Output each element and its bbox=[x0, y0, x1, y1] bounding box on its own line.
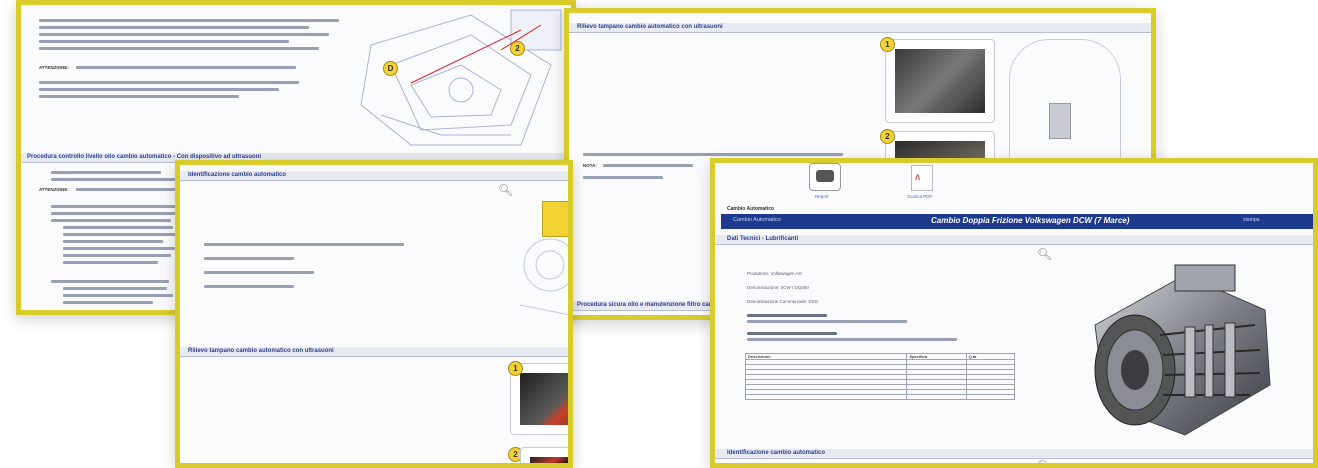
manual-page-identification: Identificazione cambio automatico 🔍︎ Ril… bbox=[175, 160, 573, 468]
text-line bbox=[747, 320, 907, 323]
section-title: Identificazione cambio automatico bbox=[727, 450, 826, 456]
text-line bbox=[39, 47, 319, 50]
text-line bbox=[63, 294, 173, 297]
text-line bbox=[51, 171, 161, 174]
text-line bbox=[39, 88, 279, 91]
text-line bbox=[39, 95, 239, 98]
text-line bbox=[51, 212, 176, 215]
text-line bbox=[63, 233, 178, 236]
text-line bbox=[51, 178, 191, 181]
spec-line: Produttore: Volkswagen AG bbox=[747, 271, 803, 276]
text-line bbox=[39, 33, 329, 36]
report-icon[interactable] bbox=[809, 163, 841, 191]
text-line bbox=[51, 219, 171, 222]
section-title: Rilievo tampano cambio automatico con ul… bbox=[577, 24, 723, 30]
title-banner: Cambio Automatico Cambio Doppia Frizione… bbox=[721, 214, 1313, 229]
gearbox-cutaway-image bbox=[1094, 264, 1271, 436]
zoom-icon[interactable]: 🔍︎ bbox=[1037, 247, 1052, 261]
text-line bbox=[583, 153, 843, 156]
text-line bbox=[63, 226, 173, 229]
table-cell bbox=[906, 394, 967, 400]
callout-badge: D bbox=[383, 61, 398, 76]
text-line bbox=[204, 271, 314, 274]
engine-photo bbox=[520, 373, 568, 425]
text-line bbox=[583, 176, 663, 179]
table-cell bbox=[744, 394, 908, 400]
text-line bbox=[63, 240, 163, 243]
gearbox-diagram bbox=[360, 9, 562, 146]
engine-photo bbox=[530, 457, 568, 463]
photo-frame[interactable] bbox=[885, 39, 995, 123]
text-line bbox=[51, 280, 169, 283]
table-row bbox=[744, 394, 1016, 400]
text-line bbox=[76, 188, 176, 191]
callout-badge: 1 bbox=[508, 361, 523, 376]
report-link[interactable]: Report bbox=[815, 194, 829, 199]
report-icon-glyph bbox=[816, 170, 834, 182]
warning-label: ATTENZIONE: bbox=[39, 65, 69, 70]
warning-label: ATTENZIONE: bbox=[39, 187, 69, 192]
text-line bbox=[63, 254, 171, 257]
text-line bbox=[51, 205, 181, 208]
zoom-icon[interactable]: 🔍︎ bbox=[498, 183, 513, 197]
text-line bbox=[204, 243, 404, 246]
text-line bbox=[747, 314, 827, 317]
banner-title: Cambio Doppia Frizione Volkswagen DCW (7… bbox=[931, 216, 1130, 225]
callout-badge: 2 bbox=[510, 41, 525, 56]
text-line bbox=[204, 257, 294, 260]
banner-category: Cambio Automatico bbox=[733, 217, 781, 223]
text-line bbox=[39, 40, 289, 43]
text-line bbox=[39, 19, 339, 22]
spec-table: Descrizione Specifica Q.tà bbox=[744, 353, 1016, 400]
text-line bbox=[39, 26, 309, 29]
pdf-glyph: ∧ bbox=[914, 172, 922, 183]
print-link[interactable]: stampa bbox=[1243, 217, 1259, 223]
manual-page-gearbox-specs: Report ∧ Scarica PDF Cambio Automatico C… bbox=[710, 158, 1318, 468]
text-line bbox=[747, 338, 957, 341]
callout-badge: 1 bbox=[880, 37, 895, 52]
engine-photo bbox=[895, 49, 985, 113]
callout-badge: 2 bbox=[880, 129, 895, 144]
pdf-icon[interactable]: ∧ bbox=[911, 165, 933, 191]
text-line bbox=[76, 66, 296, 69]
note-label: NOTA: bbox=[583, 163, 597, 168]
text-line bbox=[63, 287, 167, 290]
spec-line: Denominazione Commerciale: DSG bbox=[747, 299, 819, 304]
text-line bbox=[204, 285, 294, 288]
gearbox-diagram bbox=[519, 238, 568, 316]
section-title: Identificazione cambio automatico bbox=[188, 172, 287, 178]
section-title: Dati Tecnici - Lubrificanti bbox=[727, 236, 799, 242]
table-cell bbox=[965, 394, 1016, 400]
pdf-link[interactable]: Scarica PDF bbox=[907, 194, 932, 199]
text-line bbox=[63, 247, 175, 250]
category-label: Cambio Automatico bbox=[727, 206, 775, 212]
component-marker bbox=[1049, 103, 1071, 139]
photo-frame[interactable] bbox=[520, 447, 568, 463]
text-line bbox=[747, 332, 837, 335]
text-line bbox=[39, 81, 299, 84]
spec-line: Denominazione: 0CW / DQ400 bbox=[747, 285, 809, 290]
section-title: Rilievo tampano cambio automatico con ul… bbox=[188, 348, 334, 354]
section-bar bbox=[715, 235, 1313, 245]
zoom-icon[interactable]: 🔍︎ bbox=[1037, 459, 1052, 463]
text-line bbox=[63, 301, 153, 304]
text-line bbox=[603, 164, 693, 167]
text-line bbox=[63, 261, 158, 264]
